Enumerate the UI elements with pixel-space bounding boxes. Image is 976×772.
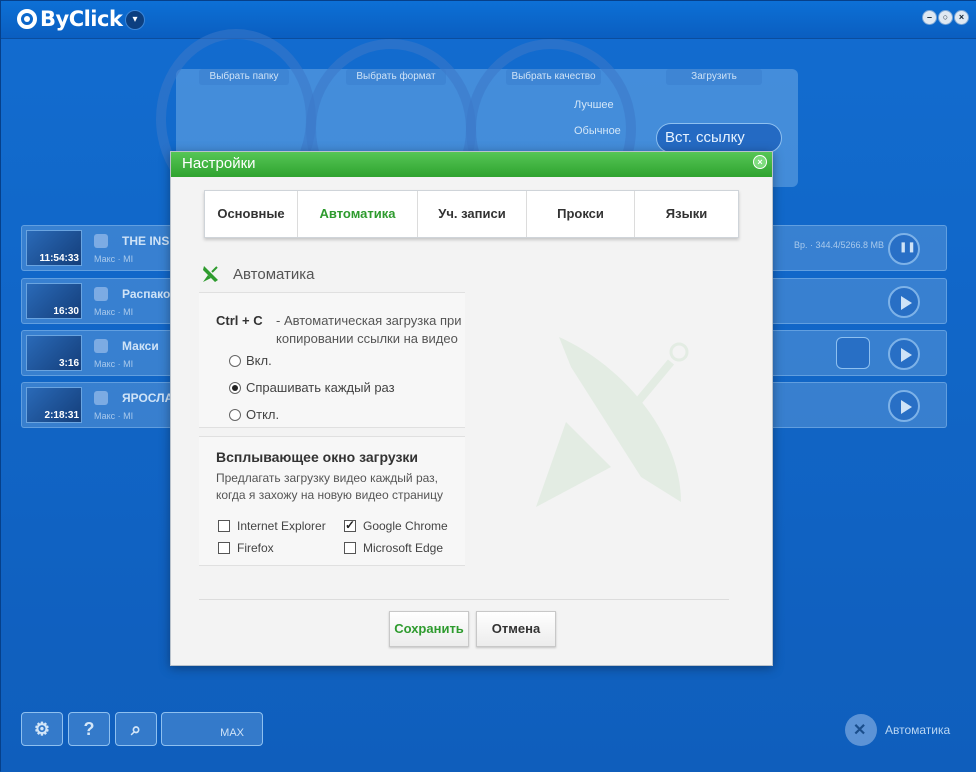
site-icon — [94, 234, 108, 248]
title-bar: ByClick ▾ – ○ × — [1, 1, 976, 39]
hotkey-description-2: копировании ссылки на видео — [276, 331, 458, 346]
cancel-button[interactable]: Отмена — [476, 611, 556, 647]
quality-normal[interactable]: Обычное — [574, 125, 621, 137]
dialog-close-icon[interactable]: × — [753, 155, 767, 169]
settings-tabs: Основные Автоматика Уч. записи Прокси Яз… — [204, 190, 739, 238]
checkbox-microsoft-edge[interactable]: Microsoft Edge — [344, 541, 443, 555]
satellite-icon — [201, 264, 221, 284]
radio-button[interactable] — [229, 354, 241, 367]
video-thumbnail: 16:30 — [26, 283, 82, 319]
save-button[interactable]: Сохранить — [389, 611, 469, 647]
satellite-icon — [845, 714, 877, 746]
auto-mode-indicator[interactable]: Автоматика — [845, 714, 950, 746]
radio-ask-each-time[interactable]: Спрашивать каждый раз — [229, 380, 395, 395]
search-icon[interactable]: ⌕ — [115, 712, 157, 746]
tab-accounts[interactable]: Уч. записи — [418, 191, 527, 237]
radio-button-selected[interactable] — [229, 381, 241, 394]
checkbox-firefox[interactable]: Firefox — [218, 541, 274, 555]
checkbox[interactable] — [344, 542, 356, 554]
dialog-title-bar: Настройки × — [171, 152, 772, 177]
radio-button[interactable] — [229, 408, 241, 421]
play-icon[interactable] — [888, 338, 920, 370]
video-thumbnail: 2:18:31 — [26, 387, 82, 423]
checkbox[interactable] — [218, 520, 230, 532]
checkbox-checked[interactable] — [344, 518, 356, 532]
section-title: Автоматика — [233, 265, 315, 283]
app-window: ByClick ▾ – ○ × Выбрать папку Выбрать фо… — [0, 0, 976, 772]
auto-mode-label: Автоматика — [885, 723, 951, 737]
site-icon — [94, 391, 108, 405]
paste-link-button[interactable]: Вст. ссылку — [656, 123, 782, 153]
radio-on[interactable]: Вкл. — [229, 353, 272, 368]
download-meta: Макс · MI — [94, 359, 134, 369]
video-thumbnail: 11:54:33 — [26, 230, 82, 266]
settings-dialog: Настройки × Основные Автоматика Уч. запи… — [170, 151, 773, 666]
pause-icon[interactable] — [888, 233, 920, 265]
download-meta: Макс · MI — [94, 254, 134, 264]
dialog-title: Настройки — [182, 155, 256, 172]
section-header: Автоматика — [201, 264, 315, 284]
app-menu-button[interactable]: ▾ — [125, 10, 145, 30]
restore-button[interactable]: ○ — [938, 10, 953, 25]
hotkey-description: - Автоматическая загрузка при — [276, 313, 462, 328]
play-icon[interactable] — [888, 286, 920, 318]
download-title: Макси — [122, 339, 159, 353]
hotkey-panel: Ctrl + C - Автоматическая загрузка при к… — [199, 292, 465, 428]
open-folder-icon[interactable] — [836, 337, 870, 369]
divider — [199, 599, 729, 600]
popup-description-2: когда я захожу на новую видео страницу — [216, 488, 444, 502]
site-icon — [94, 287, 108, 301]
popup-description: Предлагать загрузку видео каждый раз, — [216, 471, 438, 485]
settings-gear-icon[interactable]: ⚙ — [21, 712, 63, 746]
hotkey-label: Ctrl + C — [216, 313, 263, 328]
video-thumbnail: 3:16 — [26, 335, 82, 371]
radio-off[interactable]: Откл. — [229, 407, 279, 422]
play-icon[interactable] — [888, 390, 920, 422]
download-title: Распако — [122, 287, 171, 301]
tab-languages[interactable]: Языки — [635, 191, 738, 237]
tab-proxy[interactable]: Прокси — [527, 191, 635, 237]
app-logo: ByClick — [17, 7, 123, 31]
checkbox-google-chrome[interactable]: Google Chrome — [344, 518, 448, 533]
minimize-button[interactable]: – — [922, 10, 937, 25]
help-icon[interactable]: ? — [68, 712, 110, 746]
download-meta: Макс · MI — [94, 411, 134, 421]
close-button[interactable]: × — [954, 10, 969, 25]
tab-basic[interactable]: Основные — [205, 191, 298, 237]
download-title: THE INS — [122, 234, 170, 248]
popup-panel: Всплывающее окно загрузки Предлагать заг… — [199, 436, 465, 566]
tab-automation[interactable]: Автоматика — [298, 191, 418, 237]
byclick-logo-icon — [17, 9, 37, 29]
checkbox-internet-explorer[interactable]: Internet Explorer — [218, 519, 326, 533]
app-name: ByClick — [40, 7, 123, 31]
download-title: ЯРОСЛА — [122, 391, 174, 405]
site-icon — [94, 339, 108, 353]
satellite-watermark-icon — [536, 337, 689, 507]
download-progress-text: Вр. · 344.4/5266.8 MB — [794, 240, 885, 250]
quality-best[interactable]: Лучшее — [574, 99, 614, 111]
download-meta: Макс · MI — [94, 307, 134, 317]
popup-title: Всплывающее окно загрузки — [216, 449, 419, 465]
download-label[interactable]: Загрузить — [666, 69, 762, 85]
checkbox[interactable] — [218, 542, 230, 554]
speed-limit-button[interactable]: MAX — [161, 712, 263, 746]
